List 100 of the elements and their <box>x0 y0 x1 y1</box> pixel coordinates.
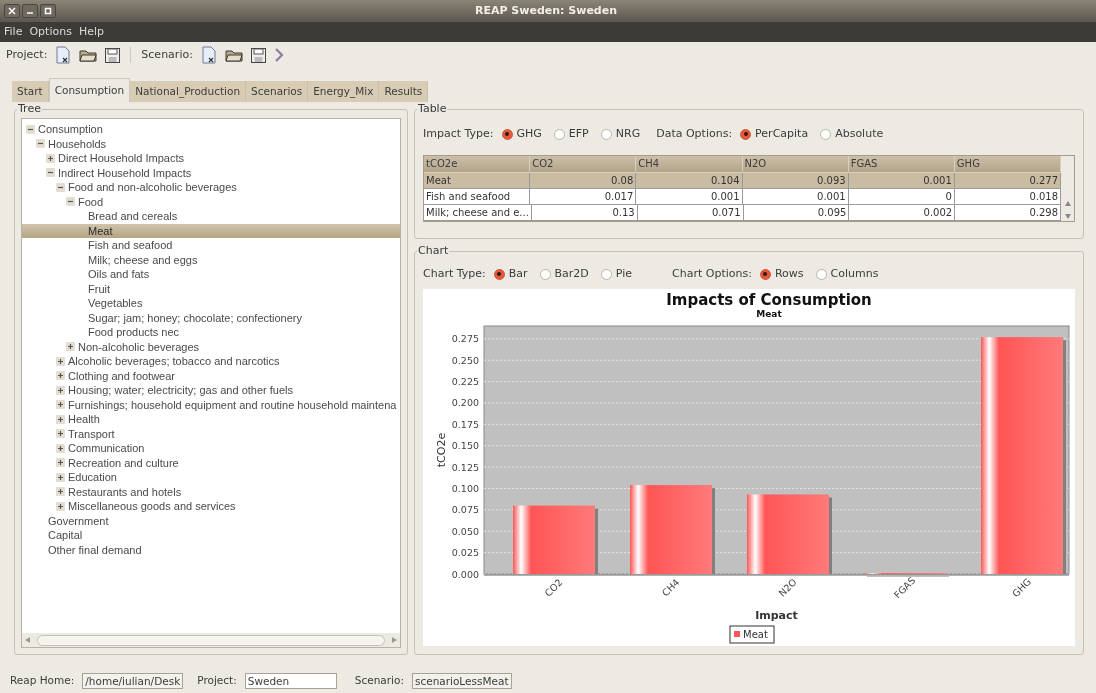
maximize-icon[interactable] <box>40 4 56 18</box>
menu-item[interactable]: Help <box>78 23 104 41</box>
expand-icon[interactable] <box>56 429 65 439</box>
input-field[interactable]: /home/iulian/Desk <box>82 673 184 689</box>
radio-button[interactable]: Columns <box>815 266 879 283</box>
tree-item[interactable]: Milk; cheese and eggs <box>22 252 400 267</box>
tree-item[interactable]: Indirect Household Impacts <box>22 165 400 180</box>
radio-button[interactable]: Rows <box>759 266 804 283</box>
input-field[interactable]: scenarioLessMeat <box>411 673 512 689</box>
status-label: Project: <box>197 673 237 689</box>
tree-item[interactable]: Capital <box>22 528 400 543</box>
radio-button[interactable]: Bar <box>493 266 528 283</box>
collapse-icon[interactable] <box>46 168 55 178</box>
tree-item[interactable]: Food and non-alcoholic beverages <box>22 180 400 195</box>
collapse-icon[interactable] <box>26 124 35 134</box>
expand-icon[interactable] <box>56 501 65 511</box>
expand-icon[interactable] <box>56 356 65 366</box>
expand-icon[interactable] <box>56 443 65 453</box>
table-cell: 0.13 <box>531 204 638 221</box>
expand-icon[interactable] <box>56 371 65 381</box>
tree-item[interactable]: Communication <box>22 441 400 456</box>
expand-icon[interactable] <box>46 153 55 163</box>
expand-icon[interactable] <box>56 458 65 468</box>
table-cell: Milk; cheese and e... <box>424 204 532 221</box>
tree-item[interactable]: Vegetables <box>22 296 400 311</box>
table-cell: 0.018 <box>954 188 1062 205</box>
input-field[interactable]: Sweden <box>244 673 337 689</box>
tab[interactable]: Energy_Mix <box>308 81 380 102</box>
radio-button[interactable]: Absolute <box>820 126 884 143</box>
tab[interactable]: Results <box>379 81 429 102</box>
y-tick-label: 0.025 <box>451 546 479 558</box>
y-tick-label: 0.250 <box>451 354 479 366</box>
radio-button[interactable]: Bar2D <box>539 266 589 283</box>
column-header[interactable]: CO2 <box>530 155 637 173</box>
radio-button[interactable]: GHG <box>501 126 542 143</box>
tree-item[interactable]: Direct Household Impacts <box>22 151 400 166</box>
menu-item[interactable]: Options <box>29 23 72 41</box>
tree-item[interactable]: Recreation and culture <box>22 455 400 470</box>
collapse-icon[interactable] <box>56 182 65 192</box>
tab[interactable]: Start <box>12 81 49 102</box>
tree-item[interactable]: Other final demand <box>22 542 400 557</box>
radio-button[interactable]: Pie <box>600 266 632 283</box>
expand-icon[interactable] <box>56 487 65 497</box>
table-cell: 0.277 <box>954 172 1062 189</box>
tab[interactable]: National_Production <box>130 81 247 102</box>
tab[interactable]: Scenarios <box>246 81 309 102</box>
expand-icon[interactable] <box>56 400 65 410</box>
new-file-icon[interactable] <box>55 46 72 64</box>
radio-button[interactable]: NRG <box>600 126 641 143</box>
toolbar-label: Scenario: <box>141 46 193 63</box>
scroll-down-icon[interactable] <box>1064 213 1071 219</box>
tree-item[interactable]: Households <box>22 136 400 151</box>
tree-item[interactable]: Food products nec <box>22 325 400 340</box>
tree-item[interactable]: Food <box>22 194 400 209</box>
y-tick-label: 0.225 <box>451 375 479 387</box>
column-header[interactable]: GHG <box>954 155 1062 173</box>
radio-button[interactable]: PerCapita <box>740 126 809 143</box>
folder-icon[interactable] <box>224 48 243 62</box>
column-header[interactable]: CH4 <box>636 155 743 173</box>
option-label: Data Options: <box>656 126 733 142</box>
table-cell: 0.001 <box>848 172 955 189</box>
tab[interactable]: Consumption <box>48 78 131 102</box>
menu-item[interactable]: File <box>4 23 23 41</box>
scroll-up-icon[interactable] <box>1064 200 1071 206</box>
expand-icon[interactable] <box>56 414 65 424</box>
tree-item[interactable]: Alcoholic beverages; tobacco and narcotics <box>22 354 400 369</box>
folder-icon[interactable] <box>79 48 98 62</box>
radio-button[interactable]: EFP <box>553 126 589 143</box>
tree-item[interactable]: Clothing and footwear <box>22 368 400 383</box>
tree-item[interactable]: Consumption <box>22 122 400 137</box>
expand-icon[interactable] <box>56 385 65 395</box>
tree-item[interactable]: Meat <box>22 223 400 238</box>
table-cell: 0.298 <box>955 204 1062 221</box>
tree-item[interactable]: Fish and seafood <box>22 238 400 253</box>
tree-item[interactable]: Transport <box>22 426 400 441</box>
tree-item[interactable]: Fruit <box>22 281 400 296</box>
minimize-icon[interactable] <box>22 4 38 18</box>
tree-item[interactable]: Bread and cereals <box>22 209 400 224</box>
collapse-icon[interactable] <box>66 197 75 207</box>
collapse-icon[interactable] <box>36 139 45 149</box>
column-header[interactable]: N2O <box>742 155 849 173</box>
column-header[interactable]: tCO2e <box>424 155 531 173</box>
close-icon[interactable] <box>4 4 20 18</box>
tree-item[interactable]: Restaurants and hotels <box>22 484 400 499</box>
tree-item[interactable]: Oils and fats <box>22 267 400 282</box>
tree-item[interactable]: Furnishings; household equipment and routine household maintena <box>22 397 400 412</box>
expand-icon[interactable] <box>56 472 65 482</box>
expand-icon[interactable] <box>66 342 75 352</box>
tree-item[interactable]: Government <box>22 513 400 528</box>
new-file-icon[interactable] <box>200 46 217 64</box>
tree-item[interactable]: Non-alcoholic beverages <box>22 339 400 354</box>
tree-item[interactable]: Education <box>22 470 400 485</box>
table-cell: 0.017 <box>530 188 637 205</box>
tree-item[interactable]: Housing; water; electricity; gas and other fuels <box>22 383 400 398</box>
chevron-right-icon[interactable] <box>273 48 284 62</box>
tree-item[interactable]: Health <box>22 412 400 427</box>
tree-item[interactable]: Miscellaneous goods and services <box>22 499 400 514</box>
chart-subtitle: Meat <box>756 308 782 319</box>
column-header[interactable]: FGAS <box>848 155 955 173</box>
tree-item[interactable]: Sugar; jam; honey; chocolate; confectionery <box>22 310 400 325</box>
